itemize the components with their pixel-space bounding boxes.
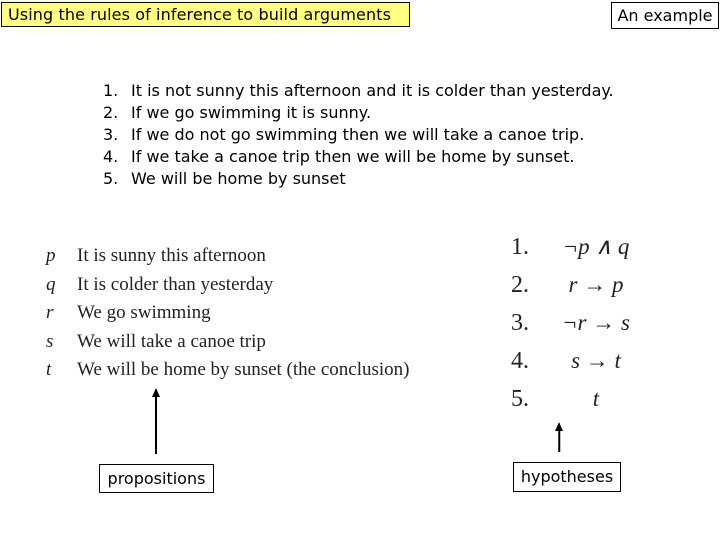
premise-number: 4. [103,147,119,166]
premise-item: 1. It is not sunny this afternoon and it … [103,80,614,102]
premise-text: If we do not go swimming then we will ta… [131,125,585,144]
proposition-row: r We go swimming [46,299,409,328]
hypothesis-row: 5. t [511,382,651,420]
proposition-row: s We will take a canoe trip [46,328,409,357]
premise-number: 5. [103,169,119,188]
hypothesis-formula: ¬r → s [562,310,630,335]
premise-number: 3. [103,125,119,144]
premise-item: 3. If we do not go swimming then we will … [103,124,614,146]
hypothesis-number: 5. [511,386,529,412]
hypothesis-formula: r → p [568,272,624,297]
proposition-text: We will take a canoe trip [77,330,266,352]
premise-item: 5. We will be home by sunset [103,168,614,190]
propositions-label: propositions [99,464,214,493]
proposition-variable: t [46,359,52,380]
hypothesis-number: 3. [511,310,529,336]
hypothesis-row: 3. ¬r → s [511,306,651,344]
premise-text: If we go swimming it is sunny. [131,103,372,122]
hypothesis-number: 2. [511,272,529,298]
slide-title: Using the rules of inference to build ar… [1,2,410,27]
proposition-text: It is colder than yesterday [77,273,274,295]
proposition-variable: p [46,245,56,266]
propositions-arrow-icon [149,388,163,454]
hypothesis-list: 1. ¬p ∧ q 2. r → p 3. ¬r → s 4. s → t 5. t [511,230,651,420]
hypotheses-arrow-icon [552,422,566,452]
hypotheses-label: hypotheses [513,462,621,492]
proposition-text: We will be home by sunset (the conclusio… [77,359,410,380]
hypothesis-row: 2. r → p [511,268,651,306]
hypothesis-row: 1. ¬p ∧ q [511,230,651,268]
proposition-variable: s [46,330,54,352]
hypothesis-number: 4. [511,348,529,374]
hypothesis-formula: t [592,386,600,411]
premise-text: We will be home by sunset [131,169,346,188]
premise-item: 4. If we take a canoe trip then we will b… [103,146,614,168]
premise-number: 1. [103,81,119,100]
proposition-row: q It is colder than yesterday [46,271,409,300]
hypothesis-row: 4. s → t [511,344,651,382]
hypothesis-formula: ¬p ∧ q [562,234,630,259]
proposition-text: We go swimming [77,302,211,323]
premise-text: It is not sunny this afternoon and it is… [131,81,614,100]
arrow-shaft [155,396,157,454]
hypothesis-number: 1. [511,234,529,260]
premise-text: If we take a canoe trip then we will be … [131,147,575,166]
proposition-variable: r [46,302,54,323]
premise-list: 1. It is not sunny this afternoon and it … [103,80,614,190]
hypothesis-formula: s → t [571,348,621,373]
premise-item: 2. If we go swimming it is sunny. [103,102,614,124]
proposition-text: It is sunny this afternoon [77,245,266,266]
premise-number: 2. [103,103,119,122]
example-badge: An example [611,2,719,29]
arrow-shaft [558,430,560,452]
proposition-row: t We will be home by sunset (the conclusi… [46,356,409,385]
proposition-table: p It is sunny this afternoon q It is colde… [46,242,409,385]
proposition-row: p It is sunny this afternoon [46,242,409,271]
proposition-variable: q [46,273,56,295]
